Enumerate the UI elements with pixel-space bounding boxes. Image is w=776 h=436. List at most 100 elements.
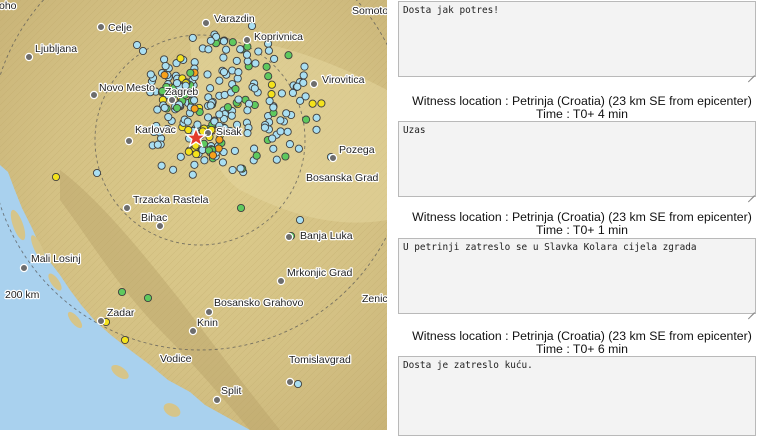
place-label-banja-luka: Banja Luka: [300, 230, 353, 242]
intensity-report-dot-icon: [264, 72, 273, 81]
place-label-tomislavgrad: Tomislavgrad: [289, 354, 351, 366]
intensity-report-dot-icon: [176, 54, 185, 63]
city-marker-icon: [89, 90, 99, 100]
place-label-zenica: Zenic: [362, 293, 387, 305]
place-label-bihac: Bihac: [141, 212, 167, 224]
intensity-report-dot-icon: [203, 70, 212, 79]
resize-grip-icon[interactable]: [747, 305, 755, 313]
intensity-report-dot-icon: [184, 147, 193, 156]
report-comment-textbox[interactable]: Dosta jak potres!: [398, 1, 756, 77]
intensity-report-dot-icon: [214, 144, 223, 153]
intensity-report-dot-icon: [143, 293, 153, 303]
intensity-report-dot-icon: [242, 50, 252, 59]
intensity-report-dot-icon: [302, 115, 311, 124]
intensity-report-dot-icon: [183, 117, 192, 126]
resize-grip-icon[interactable]: [747, 188, 755, 196]
place-label-trzacka-rastela: Trzacka Rastela: [133, 194, 209, 206]
place-label-pozega: Pozega: [339, 144, 375, 156]
intensity-report-dot-icon: [190, 160, 199, 169]
city-marker-icon: [96, 316, 106, 326]
intensity-report-dot-icon: [308, 99, 317, 108]
place-label-knin: Knin: [197, 317, 218, 329]
intensity-report-dot-icon: [250, 144, 259, 153]
intensity-report-dot-icon: [234, 68, 243, 77]
intensity-report-dot-icon: [232, 56, 241, 65]
intensity-report-dot-icon: [204, 45, 213, 54]
intensity-report-dot-icon: [192, 150, 201, 159]
report-comment-textbox[interactable]: U petrinji zatreslo se u Slavka Kolara c…: [398, 238, 756, 314]
intensity-report-dot-icon: [269, 103, 278, 112]
intensity-report-dot-icon: [153, 140, 162, 149]
intensity-report-dot-icon: [218, 158, 227, 167]
intensity-report-dot-icon: [206, 101, 215, 110]
intensity-report-dot-icon: [204, 113, 213, 122]
place-label-bosanska-gradiska: Bosanska Grad: [306, 172, 379, 184]
intensity-report-dot-icon: [188, 33, 197, 42]
intensity-report-dot-icon: [251, 59, 260, 68]
intensity-report-dot-icon: [269, 144, 278, 153]
place-label-bosansko-grahovo: Bosansko Grahovo: [214, 297, 303, 309]
intensity-report-dot-icon: [169, 165, 178, 174]
city-marker-icon: [212, 395, 222, 405]
intensity-report-dot-icon: [262, 62, 271, 71]
intensity-report-dot-icon: [160, 103, 169, 112]
testimony-panel[interactable]: Dosta jak potres! Witness location : Pet…: [388, 0, 776, 436]
intensity-report-dot-icon: [299, 71, 308, 80]
intensity-report-dot-icon: [260, 123, 269, 132]
place-label-sisak: Sisak: [216, 126, 242, 138]
intensity-report-dot-icon: [254, 47, 263, 56]
place-label-virovitica: Virovitica: [322, 74, 365, 86]
intensity-report-dot-icon: [160, 71, 169, 80]
intensity-report-dot-icon: [277, 89, 286, 98]
distance-ring-label: 200 km: [5, 289, 40, 301]
city-marker-icon: [285, 377, 295, 387]
intensity-report-dot-icon: [231, 84, 240, 94]
place-label-mrkonjic-grad: Mrkonjic Grad: [287, 267, 353, 279]
place-label-zagreb: Zagreb: [165, 86, 198, 98]
report-comment-textbox[interactable]: Dosta je zatreslo kuću.: [398, 356, 756, 436]
intensity-report-dot-icon: [227, 111, 236, 120]
intensity-report-dot-icon: [265, 96, 274, 106]
intensity-report-dot-icon: [132, 40, 142, 50]
city-marker-icon: [242, 35, 252, 45]
intensity-report-dot-icon: [312, 125, 321, 134]
report-comment-textbox[interactable]: Uzas: [398, 121, 756, 197]
city-marker-icon: [204, 307, 214, 317]
earthquake-map[interactable]: Celje Varazdin Somotor Koprivnica Ljubljana V…: [0, 0, 387, 430]
intensity-report-dot-icon: [219, 53, 228, 62]
intensity-report-dot-icon: [317, 99, 326, 108]
intensity-report-dot-icon: [157, 161, 166, 170]
intensity-report-dot-icon: [51, 172, 61, 182]
place-label-split: Split: [221, 385, 242, 397]
place-label-karlovac: Karlovac: [135, 124, 176, 136]
city-marker-icon: [276, 276, 286, 286]
witness-location: Witness location : Petrinja (Croatia) (2…: [412, 94, 752, 108]
intensity-report-dot-icon: [219, 37, 228, 46]
city-marker-icon: [328, 153, 338, 163]
intensity-report-dot-icon: [164, 112, 173, 122]
intensity-report-dot-icon: [222, 45, 231, 54]
intensity-report-dot-icon: [252, 151, 261, 160]
intensity-report-dot-icon: [184, 125, 193, 135]
intensity-report-dot-icon: [186, 68, 195, 77]
intensity-report-dot-icon: [293, 82, 302, 91]
intensity-report-dot-icon: [138, 46, 148, 56]
intensity-report-dot-icon: [190, 104, 199, 113]
city-marker-icon: [122, 203, 132, 213]
intensity-report-dot-icon: [276, 116, 285, 125]
resize-grip-icon[interactable]: [747, 68, 755, 76]
city-marker-icon: [124, 136, 134, 146]
intensity-report-dot-icon: [228, 38, 237, 47]
city-marker-icon: [19, 263, 29, 273]
map-canvas[interactable]: Celje Varazdin Somotor Koprivnica Ljubljana V…: [0, 0, 387, 430]
report-time: Time : T0+ 1 min: [536, 223, 628, 237]
city-marker-icon: [201, 18, 211, 28]
intensity-report-dot-icon: [223, 103, 232, 112]
intensity-report-dot-icon: [283, 127, 292, 136]
intensity-report-dot-icon: [161, 61, 170, 71]
intensity-report-dot-icon: [215, 110, 224, 119]
intensity-report-dot-icon: [295, 215, 305, 225]
intensity-report-dot-icon: [270, 54, 279, 63]
intensity-report-dot-icon: [230, 146, 239, 155]
place-label-koho: oho: [0, 0, 17, 12]
